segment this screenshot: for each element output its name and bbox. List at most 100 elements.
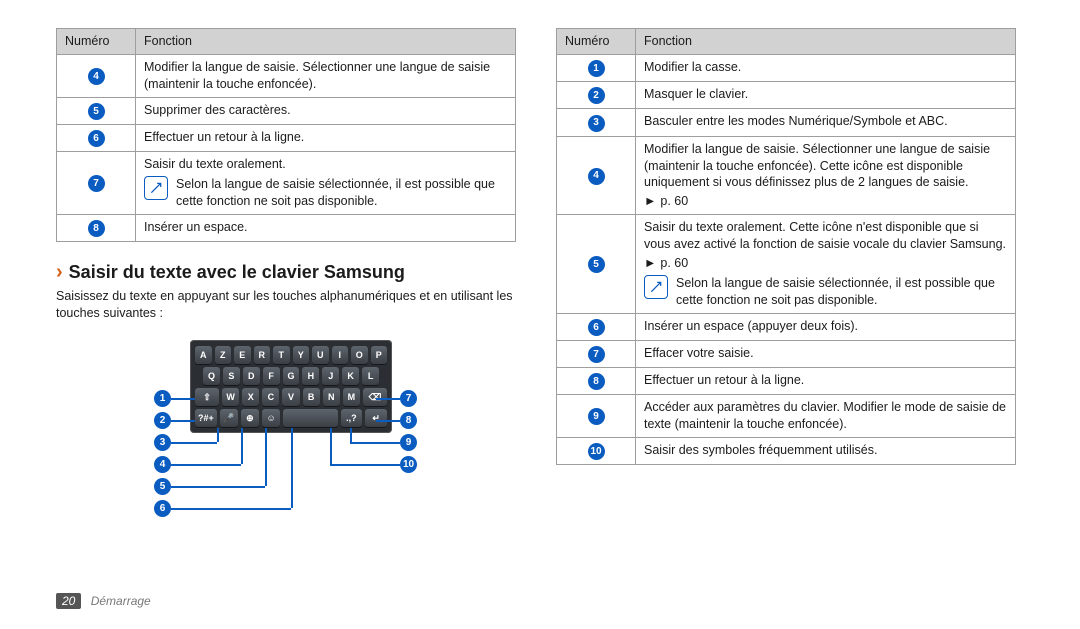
row-function-cell: Saisir des symboles fréquemment utilisés… (636, 438, 1016, 465)
punctuation-key: .,? (341, 409, 363, 427)
function-text: Insérer un espace (appuyer deux fois). (644, 318, 1007, 335)
function-text: Effacer votre saisie. (644, 345, 1007, 362)
row-number-cell: 7 (57, 152, 136, 215)
note-icon (144, 176, 168, 200)
table-row: 4 Modifier la langue de saisie. Sélection… (557, 136, 1016, 215)
right-function-table: Numéro Fonction 1 Modifier la casse.2 Masq… (556, 28, 1016, 465)
letter-key: R (254, 346, 271, 364)
emoji-key: ☺ (262, 409, 280, 427)
letter-key: C (262, 388, 279, 406)
note: Selon la langue de saisie sélectionnée, … (644, 275, 1007, 309)
callout-9: 9 (400, 434, 417, 451)
callout-10: 10 (400, 456, 417, 473)
table-row: 10 Saisir des symboles fréquemment utilis… (557, 438, 1016, 465)
row-number-cell: 5 (557, 215, 636, 313)
function-text: Supprimer des caractères. (144, 102, 507, 119)
table-row: 5 Supprimer des caractères. (57, 97, 516, 124)
letter-key: G (283, 367, 300, 385)
number-badge: 1 (588, 60, 605, 77)
callout-4: 4 (154, 456, 171, 473)
letter-key: W (222, 388, 239, 406)
table-row: 8 Effectuer un retour à la ligne. (557, 368, 1016, 395)
letter-key: H (302, 367, 319, 385)
chevron-icon: › (56, 262, 63, 282)
letter-key: Q (203, 367, 220, 385)
number-badge: 6 (88, 130, 105, 147)
row-function-cell: Masquer le clavier. (636, 82, 1016, 109)
row-number-cell: 9 (557, 395, 636, 438)
letter-key: U (312, 346, 329, 364)
number-badge: 3 (588, 115, 605, 132)
function-text: Accéder aux paramètres du clavier. Modif… (644, 399, 1007, 433)
row-number-cell: 10 (557, 438, 636, 465)
function-text: Masquer le clavier. (644, 86, 1007, 103)
function-text: Modifier la langue de saisie. Sélectionn… (644, 141, 1007, 192)
row-function-cell: Modifier la langue de saisie. Sélectionn… (636, 136, 1016, 215)
number-badge: 6 (588, 319, 605, 336)
table-row: 3 Basculer entre les modes Numérique/Symb… (557, 109, 1016, 136)
letter-key: T (273, 346, 290, 364)
letter-key: X (242, 388, 259, 406)
row-function-cell: Insérer un espace (appuyer deux fois). (636, 313, 1016, 340)
note-text: Selon la langue de saisie sélectionnée, … (676, 275, 1007, 309)
note: Selon la langue de saisie sélectionnée, … (144, 176, 507, 210)
letter-key: L (362, 367, 379, 385)
callout-3: 3 (154, 434, 171, 451)
number-badge: 5 (88, 103, 105, 120)
function-text: Saisir du texte oralement. Cette icône n… (644, 219, 1007, 253)
number-badge: 8 (88, 220, 105, 237)
col-header-number: Numéro (557, 29, 636, 55)
letter-key: J (322, 367, 339, 385)
page-footer: 20 Démarrage (56, 593, 151, 609)
letter-key: I (332, 346, 349, 364)
row-number-cell: 8 (57, 214, 136, 241)
left-column: Numéro Fonction 4Modifier la langue de s… (56, 28, 516, 595)
col-header-function: Fonction (636, 29, 1016, 55)
function-text: Insérer un espace. (144, 219, 507, 236)
voice-key: 🎤 (220, 409, 238, 427)
letter-key: M (343, 388, 360, 406)
keyboard: AZERTYUIOP QSDFGHJKL ⇧WXCVBNM⌫ ?#+🎤⊕☺ .,… (190, 340, 392, 433)
row-function-cell: Effacer votre saisie. (636, 340, 1016, 367)
symbols-key: ?#+ (195, 409, 217, 427)
row-function-cell: Effectuer un retour à la ligne. (136, 124, 516, 151)
letter-key: E (234, 346, 251, 364)
number-badge: 7 (588, 346, 605, 363)
note-icon (644, 275, 668, 299)
row-number-cell: 2 (557, 82, 636, 109)
letter-key: P (371, 346, 388, 364)
letter-key: V (282, 388, 299, 406)
table-row: 1 Modifier la casse. (557, 54, 1016, 81)
number-badge: 4 (588, 168, 605, 185)
number-badge: 5 (588, 256, 605, 273)
function-text: Modifier la langue de saisie. Sélectionn… (144, 59, 507, 93)
row-function-cell: Modifier la langue de saisie. Sélectionn… (136, 54, 516, 97)
delete-key: ⌫ (363, 388, 387, 406)
number-badge: 9 (588, 408, 605, 425)
row-function-cell: Basculer entre les modes Numérique/Symbo… (636, 109, 1016, 136)
letter-key: D (243, 367, 260, 385)
function-text: Saisir du texte oralement. (144, 156, 507, 173)
number-badge: 7 (88, 175, 105, 192)
callout-1: 1 (154, 390, 171, 407)
col-header-function: Fonction (136, 29, 516, 55)
row-function-cell: Saisir du texte oralement. Cette icône n… (636, 215, 1016, 313)
table-row: 4Modifier la langue de saisie. Sélection… (57, 54, 516, 97)
row-number-cell: 4 (557, 136, 636, 215)
callout-7: 7 (400, 390, 417, 407)
letter-key: Z (215, 346, 232, 364)
function-text: Effectuer un retour à la ligne. (644, 372, 1007, 389)
callout-8: 8 (400, 412, 417, 429)
keyboard-illustration: AZERTYUIOP QSDFGHJKL ⇧WXCVBNM⌫ ?#+🎤⊕☺ .,… (136, 340, 436, 540)
table-row: 9 Accéder aux paramètres du clavier. Modi… (557, 395, 1016, 438)
row-number-cell: 8 (557, 368, 636, 395)
row-function-cell: Modifier la casse. (636, 54, 1016, 81)
row-number-cell: 6 (57, 124, 136, 151)
page-reference: ►p. 60 (644, 193, 1007, 210)
letter-key: O (351, 346, 368, 364)
letter-key: S (223, 367, 240, 385)
function-text: Saisir des symboles fréquemment utilisés… (644, 442, 1007, 459)
row-function-cell: Insérer un espace. (136, 214, 516, 241)
row-function-cell: Effectuer un retour à la ligne. (636, 368, 1016, 395)
function-text: Basculer entre les modes Numérique/Symbo… (644, 113, 1007, 130)
